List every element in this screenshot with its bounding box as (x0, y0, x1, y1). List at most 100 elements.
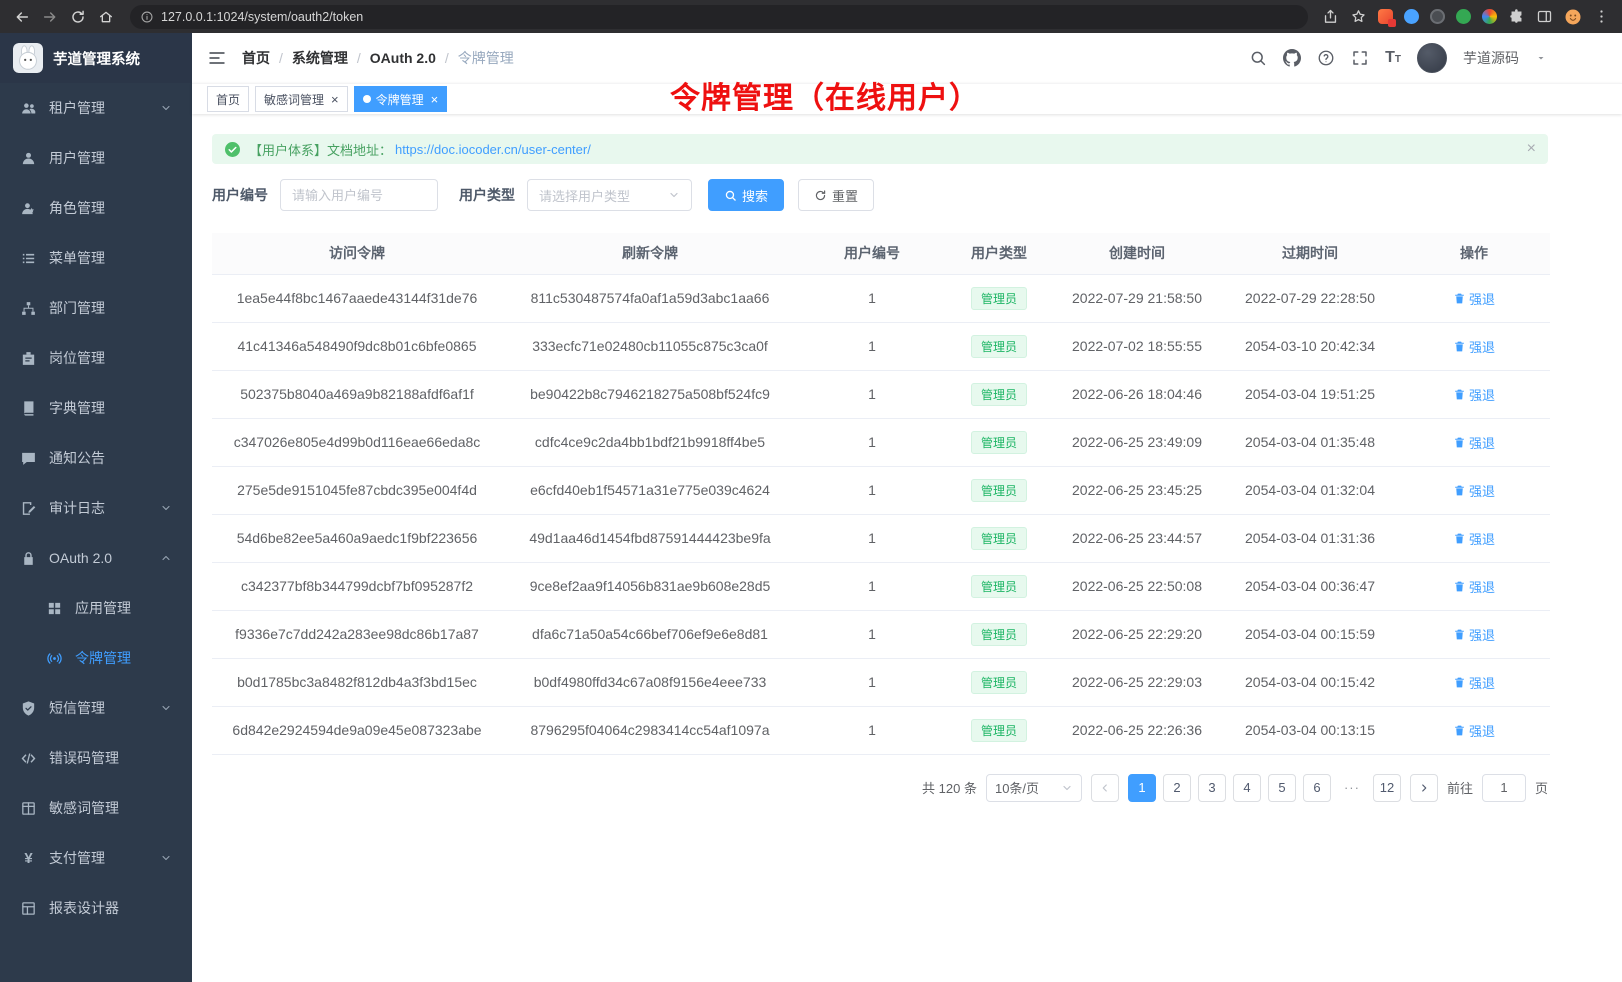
revoke-button[interactable]: 强退 (1453, 721, 1495, 740)
user-avatar[interactable] (1417, 43, 1447, 73)
breadcrumb-item[interactable]: 首页 (242, 48, 270, 68)
goto-page-input[interactable] (1482, 774, 1526, 802)
sidebar-item-oauth[interactable]: OAuth 2.0 (0, 533, 192, 583)
page-size-select[interactable]: 10条/页 (986, 774, 1082, 802)
alert-close-icon[interactable]: × (1527, 141, 1536, 157)
next-page-button[interactable] (1410, 774, 1438, 802)
page-button-2[interactable]: 2 (1163, 774, 1191, 802)
delete-icon (1453, 388, 1466, 401)
page-ellipsis[interactable]: ··· (1338, 774, 1366, 802)
page-button-3[interactable]: 3 (1198, 774, 1226, 802)
user-name[interactable]: 芋道源码 (1463, 48, 1519, 68)
close-icon[interactable]: × (331, 93, 339, 106)
sidebar-item-role[interactable]: 角色管理 (0, 183, 192, 233)
extension-dark-icon[interactable] (1430, 9, 1445, 24)
browser-menu-icon[interactable] (1593, 8, 1610, 25)
sidebar-item-dict[interactable]: 字典管理 (0, 383, 192, 433)
profile-avatar-icon[interactable] (1564, 8, 1582, 26)
revoke-button[interactable]: 强退 (1453, 481, 1495, 500)
sidebar-item-report[interactable]: 报表设计器 (0, 883, 192, 933)
home-icon[interactable] (92, 4, 120, 30)
table-row: b0d1785bc3a8482f812db4a3f3bd15ecb0df4980… (212, 658, 1550, 706)
search-button[interactable]: 搜索 (708, 179, 784, 211)
chevron-down-icon[interactable] (1535, 52, 1547, 64)
fullscreen-icon[interactable] (1351, 49, 1369, 67)
tab-label: 首页 (216, 91, 240, 108)
bookmark-star-icon[interactable] (1350, 8, 1367, 25)
revoke-button[interactable]: 强退 (1453, 337, 1495, 356)
extensions-puzzle-icon[interactable] (1508, 8, 1525, 25)
user-id-label: 用户编号 (212, 185, 268, 205)
sidebar-item-user[interactable]: 用户管理 (0, 133, 192, 183)
breadcrumb-item[interactable]: OAuth 2.0 (370, 50, 436, 66)
user-type-tag: 管理员 (971, 335, 1027, 358)
sidebar-item-app[interactable]: 应用管理 (0, 583, 192, 633)
sidebar-item-sensitive[interactable]: 敏感词管理 (0, 783, 192, 833)
total-count: 共 120 条 (922, 778, 977, 797)
expire-time-cell: 2054-03-04 00:36:47 (1222, 562, 1398, 610)
revoke-button[interactable]: 强退 (1453, 433, 1495, 452)
sidebar-item-notice[interactable]: 通知公告 (0, 433, 192, 483)
help-icon[interactable] (1317, 49, 1335, 67)
share-icon[interactable] (1322, 8, 1339, 25)
extension-green-icon[interactable] (1456, 9, 1471, 24)
sidebar-item-errcode[interactable]: 错误码管理 (0, 733, 192, 783)
back-icon[interactable] (8, 4, 36, 30)
search-icon[interactable] (1249, 49, 1267, 67)
close-icon[interactable]: × (431, 93, 439, 106)
revoke-button[interactable]: 强退 (1453, 625, 1495, 644)
user-type-select-placeholder: 请选择用户类型 (539, 186, 630, 205)
page-button-12[interactable]: 12 (1373, 774, 1401, 802)
revoke-button[interactable]: 强退 (1453, 529, 1495, 548)
expire-time-cell: 2054-03-04 00:15:42 (1222, 658, 1398, 706)
table-row: 41c41346a548490f9dc8b01c6bfe0865333ecfc7… (212, 322, 1550, 370)
extension-multicolor-icon[interactable] (1482, 9, 1497, 24)
extension-blue-icon[interactable] (1404, 9, 1419, 24)
page-button-5[interactable]: 5 (1268, 774, 1296, 802)
revoke-button[interactable]: 强退 (1453, 577, 1495, 596)
app-logo[interactable]: 芋道管理系统 (0, 33, 192, 83)
sidebar-item-pay[interactable]: ¥支付管理 (0, 833, 192, 883)
token-icon (46, 650, 63, 667)
alert-link[interactable]: https://doc.iocoder.cn/user-center/ (395, 142, 591, 157)
breadcrumb-item[interactable]: 系统管理 (292, 48, 348, 68)
page-button-1[interactable]: 1 (1128, 774, 1156, 802)
tab-token[interactable]: 令牌管理× (354, 86, 448, 112)
page-button-4[interactable]: 4 (1233, 774, 1261, 802)
page-button-6[interactable]: 6 (1303, 774, 1331, 802)
user-id-input[interactable] (280, 179, 438, 211)
tab-sensitive-word[interactable]: 敏感词管理× (255, 86, 348, 112)
revoke-button[interactable]: 强退 (1453, 673, 1495, 692)
refresh-token-cell: dfa6c71a50a54c66bef706ef9e6e8d81 (502, 610, 798, 658)
sidebar-item-menu[interactable]: 菜单管理 (0, 233, 192, 283)
sidebar-collapse-icon[interactable] (207, 48, 227, 68)
sidebar-item-dept[interactable]: 部门管理 (0, 283, 192, 333)
revoke-button[interactable]: 强退 (1453, 289, 1495, 308)
reload-icon[interactable] (64, 4, 92, 30)
prev-page-button[interactable] (1091, 774, 1119, 802)
github-icon[interactable] (1283, 49, 1301, 67)
revoke-button[interactable]: 强退 (1453, 385, 1495, 404)
user-type-select[interactable]: 请选择用户类型 (527, 179, 692, 211)
font-size-icon[interactable]: TT (1385, 49, 1401, 67)
extension-orange-icon[interactable] (1378, 9, 1393, 24)
refresh-icon (814, 189, 827, 202)
extension-badge (1388, 19, 1396, 27)
post-icon (20, 350, 37, 367)
address-bar[interactable]: 127.0.0.1:1024/system/oauth2/token (130, 5, 1308, 29)
logo-image (13, 43, 43, 73)
reset-button[interactable]: 重置 (798, 179, 874, 211)
side-panel-icon[interactable] (1536, 8, 1553, 25)
chevron-down-icon (160, 702, 172, 714)
goto-label: 前往 (1447, 778, 1473, 797)
site-info-icon[interactable] (140, 10, 154, 24)
tab-home[interactable]: 首页 (207, 86, 249, 112)
sidebar-item-sms[interactable]: 短信管理 (0, 683, 192, 733)
sidebar-item-audit[interactable]: 审计日志 (0, 483, 192, 533)
forward-icon[interactable] (36, 4, 64, 30)
expire-time-cell: 2054-03-04 19:51:25 (1222, 370, 1398, 418)
sidebar-item-token[interactable]: 令牌管理 (0, 633, 192, 683)
created-time-cell: 2022-06-25 23:44:57 (1052, 514, 1222, 562)
sidebar-item-tenant[interactable]: 租户管理 (0, 83, 192, 133)
sidebar-item-post[interactable]: 岗位管理 (0, 333, 192, 383)
